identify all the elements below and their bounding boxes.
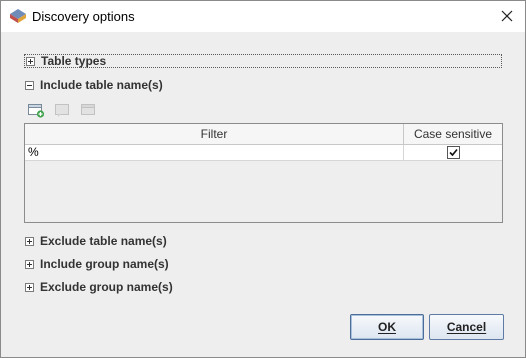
section-include-table-names[interactable]: Include table name(s) <box>25 77 163 93</box>
dialog-content: Table types Include table name(s) Filter… <box>1 32 525 357</box>
section-label: Table types <box>41 54 107 68</box>
cancel-button[interactable]: Cancel <box>429 314 504 340</box>
include-filter-table: Filter Case sensitive % <box>24 123 503 223</box>
filter-toolbar <box>26 101 98 119</box>
expand-plus-icon[interactable] <box>25 259 34 269</box>
case-sensitive-checkbox[interactable] <box>446 146 460 159</box>
app-logo-icon <box>10 9 26 23</box>
table-row[interactable]: % <box>25 145 502 161</box>
section-exclude-group-names[interactable]: Exclude group name(s) <box>25 279 173 295</box>
case-sensitive-cell[interactable] <box>404 145 502 160</box>
column-header-case-sensitive[interactable]: Case sensitive <box>404 124 502 144</box>
delete-filter-button[interactable] <box>78 101 98 119</box>
table-header: Filter Case sensitive <box>25 124 502 145</box>
section-exclude-table-names[interactable]: Exclude table name(s) <box>25 233 167 249</box>
section-label: Exclude group name(s) <box>40 280 173 294</box>
delete-row-icon <box>81 104 95 115</box>
dialog-title: Discovery options <box>32 9 135 24</box>
filter-cell[interactable]: % <box>25 145 404 160</box>
expand-plus-icon[interactable] <box>26 56 35 66</box>
cancel-button-label: Cancel <box>446 320 487 334</box>
ok-button[interactable]: OK <box>350 314 424 340</box>
expand-plus-icon[interactable] <box>25 236 34 246</box>
ok-button-label: OK <box>378 320 396 334</box>
collapse-minus-icon[interactable] <box>25 80 34 90</box>
edit-row-icon <box>55 104 69 117</box>
add-filter-button[interactable] <box>26 101 46 119</box>
add-row-icon <box>28 104 45 118</box>
checkmark-icon <box>448 148 458 157</box>
title-bar: Discovery options <box>1 1 525 32</box>
section-label: Include table name(s) <box>40 78 163 92</box>
discovery-options-dialog: Discovery options Table types Include ta… <box>0 0 526 358</box>
expand-plus-icon[interactable] <box>25 282 34 292</box>
edit-filter-button[interactable] <box>52 101 72 119</box>
close-button[interactable] <box>493 3 521 29</box>
close-icon <box>501 10 513 22</box>
section-label: Include group name(s) <box>40 257 169 271</box>
section-include-group-names[interactable]: Include group name(s) <box>25 256 169 272</box>
section-table-types[interactable]: Table types <box>24 54 502 68</box>
section-label: Exclude table name(s) <box>40 234 167 248</box>
column-header-filter[interactable]: Filter <box>25 124 404 144</box>
